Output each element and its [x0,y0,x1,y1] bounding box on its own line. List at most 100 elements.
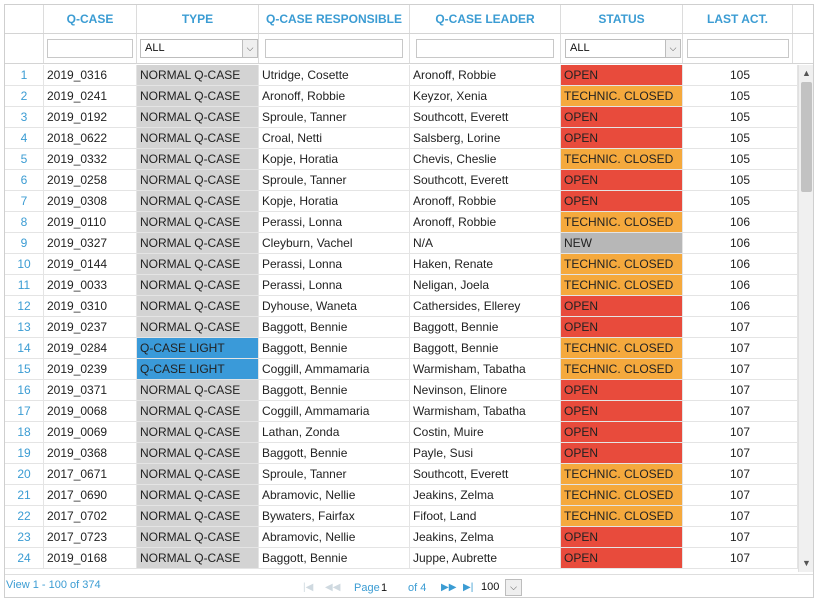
responsible-cell: Sproule, Tanner [259,107,410,127]
status-cell: TECHNIC. CLOSED [561,485,683,505]
table-row[interactable]: 17 2019_0068 NORMAL Q-CASE Coggill, Ammamar… [5,401,798,422]
status-cell: OPEN [561,443,683,463]
type-cell: NORMAL Q-CASE [137,86,259,106]
last-act-cell: 106 [683,296,798,316]
leader-cell: Haken, Renate [410,254,561,274]
chevron-up-icon[interactable]: ▲ [799,66,813,81]
page-number-input[interactable] [381,580,403,596]
status-cell: TECHNIC. CLOSED [561,275,683,295]
leader-cell: Cathersides, Ellerey [410,296,561,316]
leader-cell: Fifoot, Land [410,506,561,526]
table-row[interactable]: 10 2019_0144 NORMAL Q-CASE Perassi, Lonna Ha… [5,254,798,275]
type-cell: NORMAL Q-CASE [137,317,259,337]
responsible-cell: Utridge, Cosette [259,65,410,85]
row-number-cell: 23 [5,527,44,547]
last-act-cell: 105 [683,170,798,190]
leader-cell: Costin, Muire [410,422,561,442]
filter-leader-input[interactable] [416,39,554,58]
leader-cell: Warmisham, Tabatha [410,401,561,421]
header-type[interactable]: TYPE [137,5,259,33]
table-row[interactable]: 16 2019_0371 NORMAL Q-CASE Baggott, Bennie N… [5,380,798,401]
vertical-scrollbar[interactable]: ▲ ▼ [798,65,813,572]
type-cell: NORMAL Q-CASE [137,485,259,505]
filter-type-value: ALL [145,42,165,54]
type-cell: NORMAL Q-CASE [137,506,259,526]
grid-body: 1 2019_0316 NORMAL Q-CASE Utridge, Cosette A… [5,65,798,572]
table-row[interactable]: 20 2017_0671 NORMAL Q-CASE Sproule, Tanner S… [5,464,798,485]
header-responsible[interactable]: Q-CASE RESPONSIBLE [259,5,410,33]
table-row[interactable]: 1 2019_0316 NORMAL Q-CASE Utridge, Cosette A… [5,65,798,86]
status-cell: OPEN [561,296,683,316]
chevron-down-icon: ⌵ [665,40,680,57]
table-row[interactable]: 9 2019_0327 NORMAL Q-CASE Cleyburn, Vachel N… [5,233,798,254]
table-row[interactable]: 13 2019_0237 NORMAL Q-CASE Baggott, Bennie B… [5,317,798,338]
table-row[interactable]: 12 2019_0310 NORMAL Q-CASE Dyhouse, Waneta C… [5,296,798,317]
type-cell: NORMAL Q-CASE [137,170,259,190]
first-page-icon[interactable]: |◀ [303,582,313,593]
row-number-cell: 5 [5,149,44,169]
leader-cell: Salsberg, Lorine [410,128,561,148]
responsible-cell: Lathan, Zonda [259,422,410,442]
type-cell: Q-CASE LIGHT [137,338,259,358]
responsible-cell: Kopje, Horatia [259,191,410,211]
type-cell: NORMAL Q-CASE [137,191,259,211]
qcase-id-cell: 2019_0237 [44,317,137,337]
type-cell: NORMAL Q-CASE [137,548,259,568]
header-status[interactable]: STATUS [561,5,683,33]
leader-cell: Payle, Susi [410,443,561,463]
page-size-select[interactable]: 100 ⌵ [481,579,525,597]
filter-type-select[interactable]: ALL ⌵ [140,39,258,58]
last-page-icon[interactable]: ▶| [463,582,473,593]
row-number-cell: 7 [5,191,44,211]
filter-rownum-cell [5,34,44,63]
filter-responsible-input[interactable] [265,39,403,58]
row-number-cell: 2 [5,86,44,106]
table-row[interactable]: 19 2019_0368 NORMAL Q-CASE Baggott, Bennie P… [5,443,798,464]
type-cell: NORMAL Q-CASE [137,65,259,85]
leader-cell: Aronoff, Robbie [410,65,561,85]
row-number-cell: 18 [5,422,44,442]
table-row[interactable]: 7 2019_0308 NORMAL Q-CASE Kopje, Horatia Aro… [5,191,798,212]
table-row[interactable]: 21 2017_0690 NORMAL Q-CASE Abramovic, Nelli… [5,485,798,506]
responsible-cell: Coggill, Ammamaria [259,359,410,379]
filter-status-select[interactable]: ALL ⌵ [565,39,681,58]
last-act-cell: 107 [683,380,798,400]
last-act-cell: 105 [683,107,798,127]
table-row[interactable]: 14 2019_0284 Q-CASE LIGHT Baggott, Bennie Ba… [5,338,798,359]
header-last-act[interactable]: LAST ACT. [683,5,793,33]
header-leader[interactable]: Q-CASE LEADER [410,5,561,33]
table-row[interactable]: 23 2017_0723 NORMAL Q-CASE Abramovic, Nelli… [5,527,798,548]
qcase-id-cell: 2019_0284 [44,338,137,358]
qcase-id-cell: 2019_0144 [44,254,137,274]
table-row[interactable]: 5 2019_0332 NORMAL Q-CASE Kopje, Horatia Che… [5,149,798,170]
table-row[interactable]: 2 2019_0241 NORMAL Q-CASE Aronoff, Robbie Ke… [5,86,798,107]
filter-last-act-input[interactable] [687,39,789,58]
table-row[interactable]: 22 2017_0702 NORMAL Q-CASE Bywaters, Fairfa… [5,506,798,527]
qcase-id-cell: 2017_0723 [44,527,137,547]
table-row[interactable]: 6 2019_0258 NORMAL Q-CASE Sproule, Tanner So… [5,170,798,191]
chevron-down-icon[interactable]: ▼ [799,556,813,571]
next-page-icon[interactable]: ▶▶ [441,582,456,593]
table-row[interactable]: 8 2019_0110 NORMAL Q-CASE Perassi, Lonna Aro… [5,212,798,233]
column-header-row: Q-CASE TYPE Q-CASE RESPONSIBLE Q-CASE LE… [5,5,813,34]
responsible-cell: Baggott, Bennie [259,380,410,400]
filter-qcase-input[interactable] [47,39,133,58]
status-cell: OPEN [561,65,683,85]
type-cell: NORMAL Q-CASE [137,527,259,547]
table-row[interactable]: 11 2019_0033 NORMAL Q-CASE Perassi, Lonna Ne… [5,275,798,296]
leader-cell: Southcott, Everett [410,464,561,484]
table-row[interactable]: 15 2019_0239 Q-CASE LIGHT Coggill, Ammamari… [5,359,798,380]
filter-responsible-cell [259,34,410,63]
row-number-cell: 22 [5,506,44,526]
table-row[interactable]: 3 2019_0192 NORMAL Q-CASE Sproule, Tanner So… [5,107,798,128]
prev-page-icon[interactable]: ◀◀ [325,582,340,593]
table-row[interactable]: 18 2019_0069 NORMAL Q-CASE Lathan, Zonda Cos… [5,422,798,443]
table-row[interactable]: 24 2019_0168 NORMAL Q-CASE Baggott, Bennie J… [5,548,798,569]
qcase-id-cell: 2017_0702 [44,506,137,526]
responsible-cell: Sproule, Tanner [259,170,410,190]
table-row[interactable]: 4 2018_0622 NORMAL Q-CASE Croal, Netti Salsb… [5,128,798,149]
scrollbar-thumb[interactable] [801,82,812,192]
pager-bar: View 1 - 100 of 374 |◀ ◀◀ Page of 4 ▶▶ ▶… [5,574,813,597]
header-qcase[interactable]: Q-CASE [44,5,137,33]
page-total-label: of 4 [408,582,427,594]
